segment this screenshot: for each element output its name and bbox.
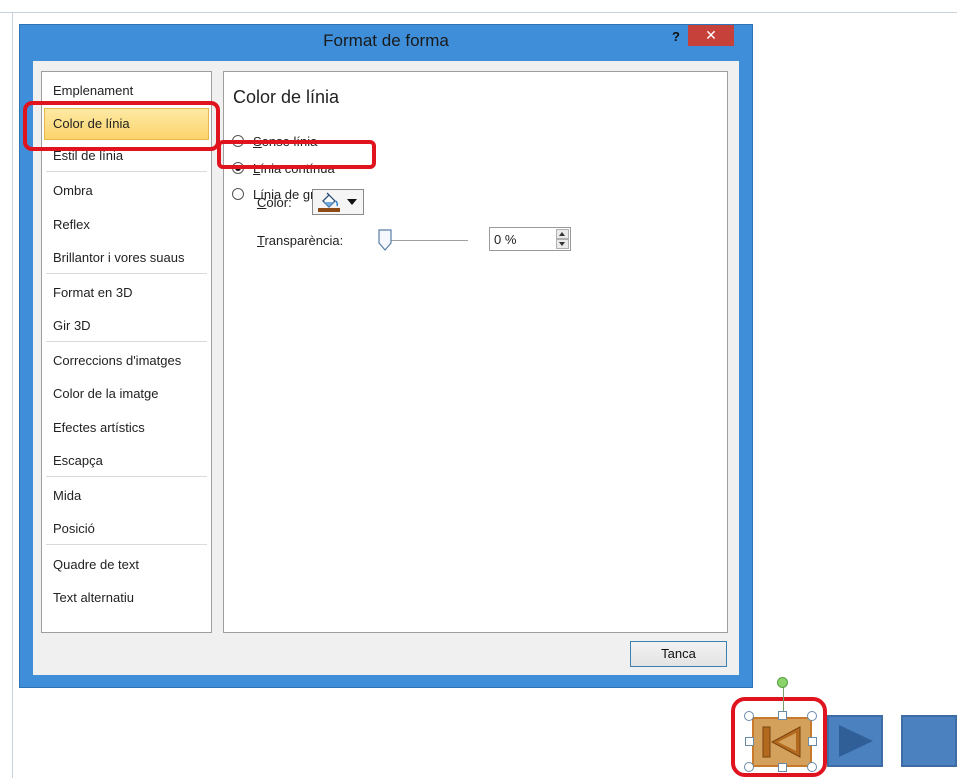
no-line-label: Sense línia	[253, 133, 318, 149]
slide-edge-top	[0, 12, 957, 13]
nav-item-line-color[interactable]: Color de línia	[44, 108, 209, 140]
title-bar[interactable]: Format de forma ? ✕	[20, 25, 752, 61]
color-picker-button[interactable]	[312, 189, 364, 215]
stop-action-button[interactable]	[901, 715, 957, 767]
nav-item-picture-color[interactable]: Color de la imatge	[44, 378, 209, 410]
spin-down-icon[interactable]	[556, 239, 569, 249]
play-icon	[839, 725, 873, 757]
no-line-radio[interactable]	[232, 135, 244, 147]
first-slide-action-button[interactable]	[752, 717, 812, 767]
dropdown-arrow-icon	[347, 199, 357, 205]
nav-item-crop[interactable]: Escapça	[44, 445, 209, 477]
nav-item-picture-corrections[interactable]: Correccions d'imatges	[44, 345, 209, 377]
divider	[46, 544, 207, 545]
nav-item-3d-format[interactable]: Format en 3D	[44, 277, 209, 309]
slide-edge-left	[12, 12, 13, 778]
help-button[interactable]: ?	[668, 28, 684, 48]
resize-handle[interactable]	[808, 737, 817, 746]
panel-title: Color de línia	[233, 87, 340, 107]
gradient-line-radio[interactable]	[232, 188, 244, 200]
nav-item-text-box[interactable]: Quadre de text	[44, 549, 209, 581]
category-list: Emplenament Color de línia Estil de líni…	[41, 71, 212, 633]
close-button[interactable]: Tanca	[630, 641, 727, 667]
resize-handle[interactable]	[745, 737, 754, 746]
nav-item-fill[interactable]: Emplenament	[44, 75, 209, 107]
transparency-slider-track[interactable]	[380, 240, 468, 241]
first-slide-icon	[762, 726, 801, 758]
divider	[46, 171, 207, 172]
dialog-title: Format de forma	[323, 31, 449, 50]
resize-handle[interactable]	[807, 762, 817, 772]
divider	[46, 476, 207, 477]
rotation-handle[interactable]	[777, 677, 788, 688]
solid-line-label: Línia contínua	[253, 160, 335, 176]
transparency-value[interactable]: 0 %	[494, 232, 516, 247]
dialog-client-area: Emplenament Color de línia Estil de líni…	[33, 61, 739, 675]
nav-item-glow-soft-edges[interactable]: Brillantor i vores suaus	[44, 242, 209, 274]
nav-item-position[interactable]: Posició	[44, 513, 209, 545]
format-shape-dialog: Format de forma ? ✕ Emplenament Color de…	[19, 24, 753, 688]
resize-handle[interactable]	[744, 762, 754, 772]
resize-handle[interactable]	[807, 711, 817, 721]
resize-handle[interactable]	[778, 763, 787, 772]
transparency-slider-thumb[interactable]	[377, 229, 393, 251]
nav-item-line-style[interactable]: Estil de línia	[44, 140, 209, 172]
nav-item-reflection[interactable]: Reflex	[44, 209, 209, 241]
divider	[46, 273, 207, 274]
nav-item-3d-rotation[interactable]: Gir 3D	[44, 310, 209, 342]
color-label: Color:	[257, 195, 292, 210]
nav-item-artistic-effects[interactable]: Efectes artístics	[44, 412, 209, 444]
spin-up-icon[interactable]	[556, 229, 569, 239]
option-solid-line[interactable]: Línia contínua	[232, 158, 335, 178]
line-color-swatch	[318, 208, 340, 212]
line-color-panel: Color de línia Sense línia Línia contínu…	[223, 71, 728, 633]
nav-item-size[interactable]: Mida	[44, 480, 209, 512]
close-icon[interactable]: ✕	[688, 25, 734, 46]
resize-handle[interactable]	[744, 711, 754, 721]
option-no-line[interactable]: Sense línia	[232, 131, 317, 151]
resize-handle[interactable]	[778, 711, 787, 720]
divider	[46, 341, 207, 342]
play-action-button[interactable]	[827, 715, 883, 767]
nav-item-shadow[interactable]: Ombra	[44, 175, 209, 207]
transparency-label: Transparència:	[257, 233, 344, 248]
nav-item-alt-text[interactable]: Text alternatiu	[44, 582, 209, 614]
solid-line-radio[interactable]	[232, 162, 244, 174]
transparency-spinner[interactable]: 0 %	[489, 227, 571, 251]
